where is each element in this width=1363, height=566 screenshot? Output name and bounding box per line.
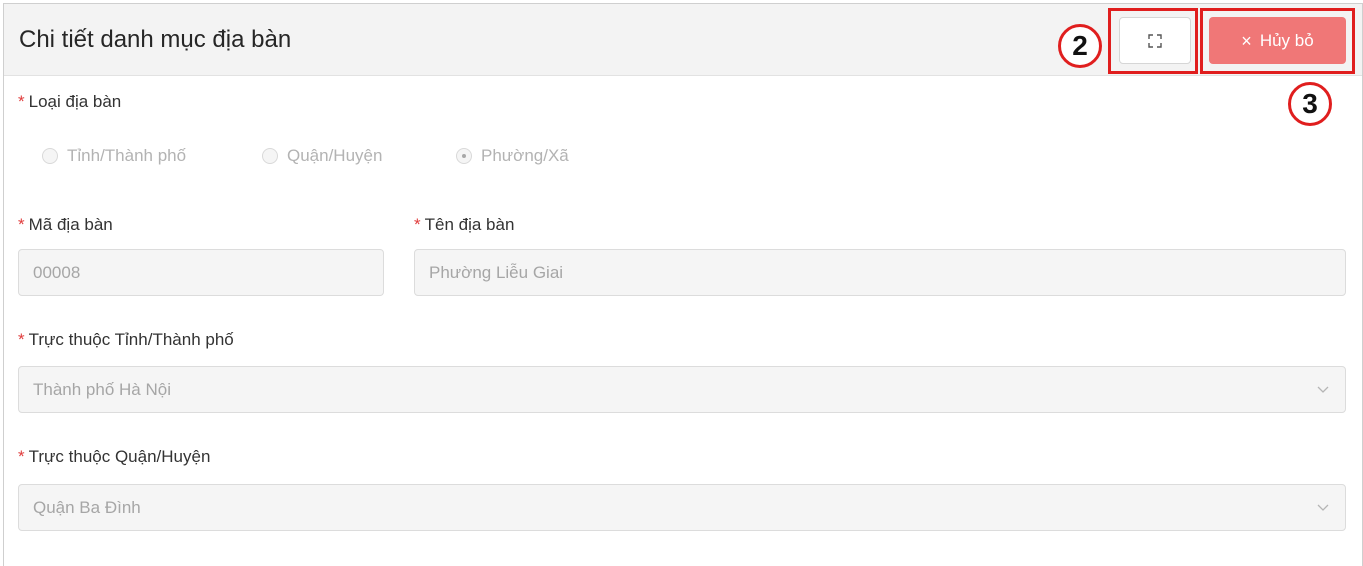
radio-circle-checked (456, 148, 472, 164)
radio-ward[interactable]: Phường/Xã (456, 146, 569, 166)
province-label: * Trực thuộc Tỉnh/Thành phố (18, 330, 234, 349)
annotation-badge-3: 3 (1288, 82, 1332, 126)
highlight-fullscreen (1108, 8, 1198, 74)
annotation-badge-2: 2 (1058, 24, 1102, 68)
radio-circle (42, 148, 58, 164)
page-title: Chi tiết danh mục địa bàn (19, 26, 292, 53)
radio-district[interactable]: Quận/Huyện (262, 146, 382, 166)
detail-panel: Chi tiết danh mục địa bàn 2 × Hủy bỏ 3 *… (3, 3, 1363, 566)
required-mark: * (18, 92, 25, 111)
required-mark: * (18, 330, 25, 349)
name-field[interactable]: Phường Liễu Giai (414, 249, 1346, 296)
area-type-label: * Loại địa bàn (18, 92, 122, 111)
code-field[interactable]: 00008 (18, 249, 384, 296)
chevron-down-icon (1317, 386, 1329, 393)
highlight-cancel (1200, 8, 1355, 74)
code-label: * Mã địa bàn (18, 215, 113, 234)
chevron-down-icon (1317, 504, 1329, 511)
district-select[interactable]: Quận Ba Đình (18, 484, 1346, 531)
required-mark: * (414, 215, 421, 234)
panel-header: Chi tiết danh mục địa bàn 2 × Hủy bỏ (4, 4, 1362, 76)
radio-circle (262, 148, 278, 164)
district-label: * Trực thuộc Quận/Huyện (18, 447, 211, 466)
name-label: * Tên địa bàn (414, 215, 515, 234)
required-mark: * (18, 215, 25, 234)
radio-province[interactable]: Tỉnh/Thành phố (42, 146, 186, 166)
required-mark: * (18, 447, 25, 466)
province-select[interactable]: Thành phố Hà Nội (18, 366, 1346, 413)
